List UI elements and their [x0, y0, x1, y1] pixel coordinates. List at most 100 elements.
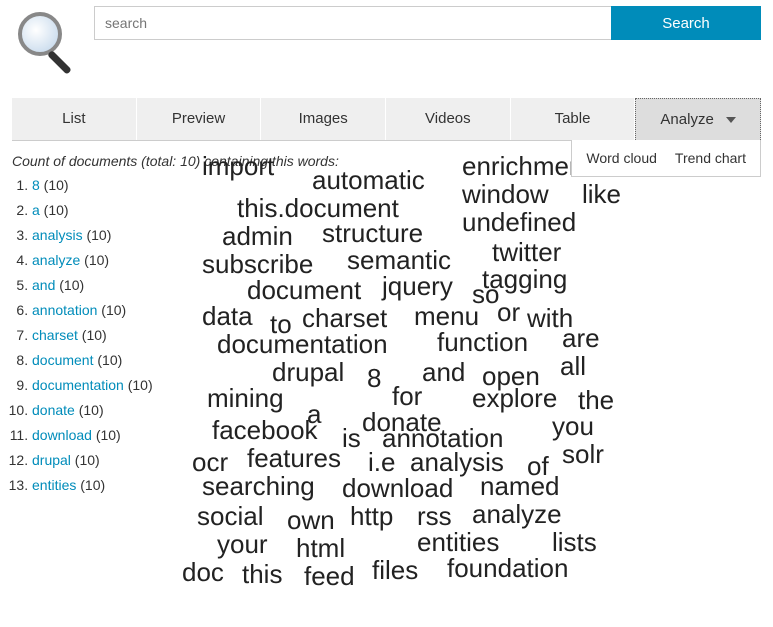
- word-count: (10): [76, 477, 105, 493]
- search-input[interactable]: [94, 6, 611, 40]
- word-count: (10): [97, 302, 126, 318]
- cloud-word[interactable]: i.e: [368, 449, 395, 475]
- cloud-word[interactable]: rss: [417, 503, 452, 529]
- word-cloud: importautomaticenrichmentthis.documentwi…: [182, 153, 761, 593]
- search-button[interactable]: Search: [611, 6, 761, 40]
- word-link[interactable]: analysis: [32, 227, 83, 243]
- tab-preview[interactable]: Preview: [137, 98, 262, 140]
- cloud-word[interactable]: are: [562, 325, 600, 351]
- cloud-word[interactable]: function: [437, 329, 528, 355]
- cloud-word[interactable]: data: [202, 303, 253, 329]
- list-item: donate (10): [32, 400, 172, 421]
- word-count: (10): [92, 427, 121, 443]
- cloud-word[interactable]: searching: [202, 473, 315, 499]
- word-link[interactable]: document: [32, 352, 93, 368]
- cloud-word[interactable]: window: [462, 181, 549, 207]
- dropdown-trendchart[interactable]: Trend chart: [675, 150, 746, 166]
- cloud-word[interactable]: doc: [182, 559, 224, 585]
- word-link[interactable]: documentation: [32, 377, 124, 393]
- cloud-word[interactable]: the: [578, 387, 614, 413]
- cloud-word[interactable]: analyze: [472, 501, 562, 527]
- cloud-word[interactable]: mining: [207, 385, 284, 411]
- cloud-word[interactable]: twitter: [492, 239, 561, 265]
- cloud-word[interactable]: feed: [304, 563, 355, 589]
- cloud-word[interactable]: document: [247, 277, 361, 303]
- dropdown-wordcloud[interactable]: Word cloud: [586, 150, 657, 166]
- cloud-word[interactable]: lists: [552, 529, 597, 555]
- cloud-word[interactable]: 8: [367, 365, 381, 391]
- list-item: and (10): [32, 275, 172, 296]
- cloud-word[interactable]: structure: [322, 220, 423, 246]
- cloud-word[interactable]: you: [552, 413, 594, 439]
- word-count: (10): [80, 252, 109, 268]
- word-count: (10): [40, 177, 69, 193]
- cloud-word[interactable]: undefined: [462, 209, 576, 235]
- word-count: (10): [55, 277, 84, 293]
- analyze-dropdown: Word cloud Trend chart: [571, 140, 761, 177]
- cloud-word[interactable]: own: [287, 507, 335, 533]
- cloud-word[interactable]: drupal: [272, 359, 344, 385]
- view-tabs: List Preview Images Videos Table Analyze…: [12, 98, 761, 141]
- cloud-word[interactable]: automatic: [312, 167, 425, 193]
- cloud-word[interactable]: files: [372, 557, 418, 583]
- tab-videos[interactable]: Videos: [386, 98, 511, 140]
- cloud-word[interactable]: and: [422, 359, 465, 385]
- cloud-word[interactable]: all: [560, 353, 586, 379]
- cloud-word[interactable]: tagging: [482, 266, 567, 292]
- word-link[interactable]: and: [32, 277, 55, 293]
- cloud-word[interactable]: charset: [302, 305, 387, 331]
- word-count: (10): [71, 452, 100, 468]
- list-item: entities (10): [32, 475, 172, 496]
- cloud-word[interactable]: subscribe: [202, 251, 313, 277]
- word-count: (10): [40, 202, 69, 218]
- tab-images[interactable]: Images: [261, 98, 386, 140]
- cloud-word[interactable]: documentation: [217, 331, 388, 357]
- word-count: (10): [124, 377, 153, 393]
- cloud-word[interactable]: html: [296, 535, 345, 561]
- list-item: 8 (10): [32, 175, 172, 196]
- cloud-word[interactable]: import: [202, 153, 274, 179]
- cloud-word[interactable]: features: [247, 445, 341, 471]
- word-link[interactable]: charset: [32, 327, 78, 343]
- cloud-word[interactable]: explore: [472, 385, 557, 411]
- cloud-word[interactable]: entities: [417, 529, 499, 555]
- cloud-word[interactable]: jquery: [382, 273, 453, 299]
- cloud-word[interactable]: foundation: [447, 555, 568, 581]
- word-link[interactable]: donate: [32, 402, 75, 418]
- cloud-word[interactable]: menu: [414, 303, 479, 329]
- cloud-word[interactable]: http: [350, 503, 393, 529]
- list-item: documentation (10): [32, 375, 172, 396]
- list-item: annotation (10): [32, 300, 172, 321]
- list-item: document (10): [32, 350, 172, 371]
- word-link[interactable]: entities: [32, 477, 76, 493]
- word-count: (10): [93, 352, 122, 368]
- word-count: (10): [83, 227, 112, 243]
- cloud-word[interactable]: for: [392, 383, 422, 409]
- tab-analyze[interactable]: Analyze: [635, 98, 761, 140]
- cloud-word[interactable]: is: [342, 425, 361, 451]
- cloud-word[interactable]: or: [497, 299, 520, 325]
- word-link[interactable]: drupal: [32, 452, 71, 468]
- cloud-word[interactable]: semantic: [347, 247, 451, 273]
- word-link[interactable]: annotation: [32, 302, 97, 318]
- cloud-word[interactable]: this: [242, 561, 282, 587]
- tab-list[interactable]: List: [12, 98, 137, 140]
- tab-table[interactable]: Table: [511, 98, 636, 140]
- word-link[interactable]: analyze: [32, 252, 80, 268]
- word-link[interactable]: download: [32, 427, 92, 443]
- cloud-word[interactable]: admin: [222, 223, 293, 249]
- cloud-word[interactable]: facebook: [212, 417, 318, 443]
- list-item: a (10): [32, 200, 172, 221]
- list-item: charset (10): [32, 325, 172, 346]
- cloud-word[interactable]: named: [480, 473, 560, 499]
- cloud-word[interactable]: social: [197, 503, 263, 529]
- word-link[interactable]: a: [32, 202, 40, 218]
- search-logo-icon: [12, 6, 84, 78]
- cloud-word[interactable]: solr: [562, 441, 604, 467]
- cloud-word[interactable]: your: [217, 531, 268, 557]
- list-item: analyze (10): [32, 250, 172, 271]
- cloud-word[interactable]: download: [342, 475, 453, 501]
- word-link[interactable]: 8: [32, 177, 40, 193]
- list-item: drupal (10): [32, 450, 172, 471]
- cloud-word[interactable]: like: [582, 181, 621, 207]
